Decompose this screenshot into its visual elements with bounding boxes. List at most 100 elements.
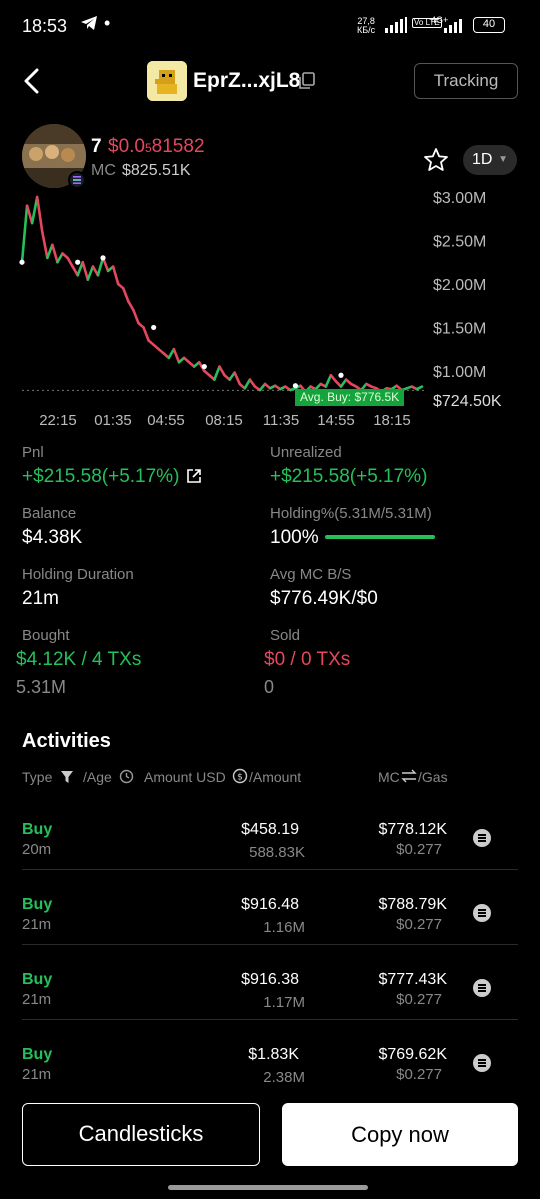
x-tick-label: 08:15 [205, 412, 243, 429]
share-icon[interactable] [186, 468, 202, 484]
x-tick-label: 14:55 [317, 412, 355, 429]
pnl-label: Pnl [22, 444, 44, 461]
activity-mc: $778.12K [378, 821, 447, 838]
activity-mc: $769.62K [378, 1046, 447, 1063]
y-tick-label: $1.50M [433, 320, 486, 337]
home-indicator[interactable] [168, 1185, 368, 1190]
col-amount: Amount USD [144, 769, 226, 785]
price-digits: 81582 [151, 136, 205, 157]
list-menu-icon[interactable] [473, 829, 491, 847]
status-time: 18:53 [22, 16, 68, 36]
trade-marker [292, 383, 299, 389]
list-menu-icon[interactable] [473, 979, 491, 997]
chart-segment [127, 300, 135, 312]
svg-text:$: $ [237, 773, 243, 783]
x-tick-label: 01:35 [94, 412, 132, 429]
chart-segment [324, 373, 333, 388]
wallet-number: 7 [91, 136, 102, 157]
chart-segment [142, 326, 150, 342]
chart-segment [35, 195, 44, 234]
activity-amount: 2.38M [263, 1069, 305, 1086]
activity-amount: 588.83K [249, 844, 305, 861]
activity-row[interactable]: Buy 21m $916.38 1.17M $777.43K $0.277 [0, 957, 540, 1032]
activity-age: 20m [22, 841, 52, 858]
token-logo [147, 61, 187, 101]
chart-segment [121, 287, 130, 303]
tracking-button[interactable]: Tracking [414, 63, 518, 99]
trade-marker [19, 259, 25, 265]
balance-value: $4.38K [22, 527, 83, 548]
list-menu-icon[interactable] [473, 1054, 491, 1072]
col-gas: /Gas [418, 769, 448, 785]
clock-icon[interactable] [119, 769, 134, 784]
chart-segment [66, 256, 74, 268]
candlesticks-button[interactable]: Candlesticks [22, 1103, 260, 1166]
price-subscript: 5 [144, 141, 152, 155]
star-icon[interactable] [423, 147, 449, 173]
balance-label: Balance [22, 505, 77, 522]
back-arrow-icon[interactable] [20, 66, 44, 96]
copy-now-button[interactable]: Copy now [282, 1103, 518, 1166]
activity-gas: $0.277 [396, 916, 442, 933]
x-tick-label: 18:15 [373, 412, 411, 429]
bought-qty: 5.31M [16, 677, 67, 697]
sold-label: Sold [270, 627, 301, 644]
y-tick-label: $1.00M [433, 364, 486, 381]
trade-marker [338, 372, 344, 378]
avgmc-label: Avg MC B/S [270, 566, 352, 583]
battery-icon: 40 [473, 17, 505, 33]
activity-age: 21m [22, 916, 52, 933]
signal-icon-2 [444, 19, 462, 33]
activity-row[interactable]: Buy 21m $1.83K 2.38M $769.62K $0.277 [0, 1032, 540, 1107]
activity-row[interactable]: Buy 20m $458.19 588.83K $778.12K $0.277 [0, 807, 540, 882]
current-value-label: $724.50K [433, 393, 502, 410]
activity-amount-usd: $1.83K [248, 1046, 299, 1063]
chart-segment [40, 230, 49, 260]
activity-type: Buy [22, 821, 53, 838]
avg-buy-label: Avg. Buy: $776.5K [295, 389, 405, 406]
chart-segment [415, 385, 424, 391]
timeframe-dropdown[interactable]: 1D ▼ [463, 145, 517, 175]
activity-amount: 1.16M [263, 919, 305, 936]
unrealized-label: Unrealized [270, 444, 342, 461]
col-mc: MC [378, 769, 400, 785]
bought-label: Bought [22, 627, 70, 644]
list-menu-icon[interactable] [473, 904, 491, 922]
activity-mc: $777.43K [378, 971, 447, 988]
activity-type: Buy [22, 1046, 53, 1063]
x-tick-label: 04:55 [147, 412, 185, 429]
chart-segment [81, 260, 90, 281]
price-chart[interactable]: $3.00M $2.50M $2.00M $1.50M $1.00M $724.50K 22… [0, 185, 540, 435]
bought-value: $4.12K / 4 TXs [16, 649, 142, 670]
holding-value: 100% [270, 527, 319, 548]
chart-segment [111, 265, 120, 286]
y-tick-label: $2.00M [433, 277, 486, 294]
y-tick-label: $3.00M [433, 190, 486, 207]
avgmc-value: $776.49K/$0 [270, 588, 378, 609]
currency-toggle-icon[interactable]: $ [232, 768, 248, 784]
activity-row[interactable]: Buy 21m $916.48 1.16M $788.79K $0.277 [0, 882, 540, 957]
mc-label: MC [91, 162, 116, 179]
activity-amount: 1.17M [263, 994, 305, 1011]
trade-marker [201, 363, 207, 370]
token-name: EprZ...xjL8 [193, 69, 301, 92]
chart-segment [218, 365, 226, 377]
copy-icon[interactable] [298, 72, 316, 90]
status-dot: • [104, 13, 111, 33]
activity-age: 21m [22, 1066, 52, 1083]
activity-amount-usd: $458.19 [241, 821, 299, 838]
mc-value: $825.51K [122, 162, 191, 179]
swap-icon[interactable] [401, 769, 417, 783]
activity-mc: $788.79K [378, 896, 447, 913]
holding-label: Holding%(5.31M/5.31M) [270, 505, 432, 522]
speed-unit: КБ/с [357, 25, 376, 35]
trade-marker [75, 259, 81, 265]
chart-segment [172, 347, 181, 364]
chart-segment [96, 256, 105, 277]
network-speed: 27,8 КБ/с [357, 17, 375, 35]
chart-segment [233, 371, 242, 386]
col-amount2: /Amount [249, 769, 302, 785]
filter-icon[interactable] [60, 770, 74, 784]
activity-gas: $0.277 [396, 1066, 442, 1083]
row-divider [22, 1019, 518, 1020]
